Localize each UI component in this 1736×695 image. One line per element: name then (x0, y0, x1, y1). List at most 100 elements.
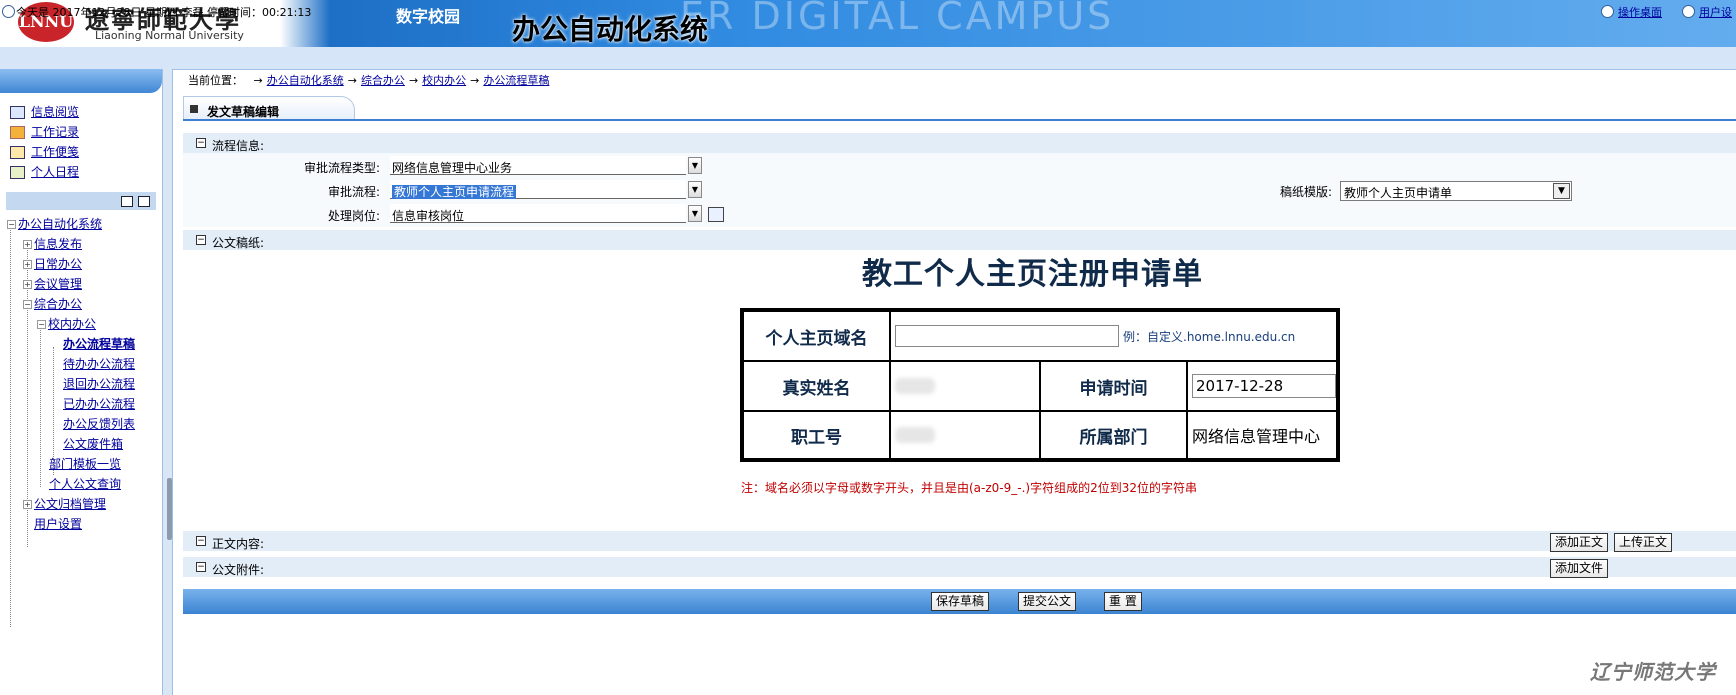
tree-item[interactable]: 部门模板一览 (49, 455, 121, 472)
domain-hint: 例：自定义.home.lnnu.edu.cn (1123, 329, 1296, 344)
user-settings-link[interactable]: 用户设 (1699, 4, 1732, 20)
domain-rule-note: 注：域名必须以字母或数字开头，并且是由(a-z0-9_-.)字符组成的2位到32… (741, 481, 1197, 495)
section-attach-header[interactable]: − 公文附件: (183, 557, 1736, 577)
sidebar-header (0, 69, 162, 93)
section-body-header[interactable]: − 正文内容: (183, 531, 1736, 551)
add-body-button[interactable]: 添加正文 (1550, 533, 1609, 552)
tree-item[interactable]: 已办办公流程 (63, 395, 135, 412)
chevron-down-icon[interactable]: ▼ (1553, 183, 1570, 199)
reset-button[interactable]: 重 置 (1104, 592, 1142, 611)
tree-item[interactable]: 待办办公流程 (63, 355, 135, 372)
domain-label: 个人主页域名 (743, 311, 890, 361)
quick-link-news[interactable]: 信息阅览 (10, 103, 79, 123)
tree-item[interactable]: 退回办公流程 (63, 375, 135, 392)
split-window-icon[interactable] (138, 196, 150, 207)
name-label: 真实姓名 (743, 361, 890, 411)
tree-item[interactable]: + 日常办公 (23, 255, 82, 272)
tree-item-active[interactable]: 办公流程草稿 (63, 335, 135, 352)
template-select[interactable]: 教师个人主页申请单 ▼ (1340, 181, 1572, 201)
breadcrumb-link[interactable]: 办公自动化系统 (267, 74, 344, 87)
expand-icon[interactable]: + (23, 240, 32, 249)
tree-item[interactable]: − 校内办公 (37, 315, 96, 332)
collapse-icon[interactable]: − (196, 235, 206, 245)
tree-item[interactable]: 用户设置 (34, 515, 82, 532)
chevron-down-icon[interactable]: ▼ (688, 205, 702, 222)
restore-window-icon[interactable] (121, 196, 133, 207)
calendar-icon (10, 166, 25, 179)
banner-watermark: ER DIGITAL CAMPUS (680, 0, 1115, 38)
desktop-link[interactable]: 操作桌面 (1618, 4, 1662, 20)
date-label: 申请时间 (1040, 361, 1187, 411)
section-draft-header[interactable]: − 公文稿纸: (183, 230, 1736, 250)
pencil-icon (10, 126, 25, 139)
dept-label: 所属部门 (1040, 411, 1187, 459)
breadcrumb-link[interactable]: 综合办公 (361, 74, 405, 87)
collapse-icon[interactable]: − (196, 562, 206, 572)
collapse-icon[interactable]: − (196, 536, 206, 546)
flow-label: 审批流程: (327, 185, 380, 199)
form-title: 教工个人主页注册申请单 (862, 257, 1203, 292)
domain-input[interactable] (895, 325, 1119, 347)
system-title: 办公自动化系统 (512, 13, 709, 46)
breadcrumb-label: 当前位置： (188, 74, 243, 87)
expand-arrows-icon[interactable] (2, 5, 15, 18)
collapse-icon[interactable]: − (23, 300, 32, 309)
template-label: 稿纸模版: (1279, 185, 1332, 199)
tree-item[interactable]: + 信息发布 (23, 235, 82, 252)
lookup-icon[interactable] (708, 207, 724, 222)
collapse-icon[interactable]: − (37, 320, 46, 329)
application-form-table: 个人主页域名 例：自定义.home.lnnu.edu.cn 真实姓名 申请时间 … (740, 308, 1340, 462)
desktop-icon (1601, 5, 1614, 18)
news-icon (10, 106, 25, 119)
tree-item[interactable]: 公文废件箱 (63, 435, 123, 452)
breadcrumb-link[interactable]: 办公流程草稿 (483, 74, 549, 87)
status-text: 今天是 2017年12月28日 星期四 李磊 停留时间：00:21:13 (16, 6, 312, 19)
expand-icon[interactable]: + (23, 500, 32, 509)
section-label: 流程信息: (212, 139, 265, 153)
flow-select[interactable]: 教师个人主页申请流程 ▼ (390, 180, 702, 199)
redacted-value (895, 378, 935, 394)
grid-icon (190, 105, 198, 113)
tree-item[interactable]: 个人公文查询 (49, 475, 121, 492)
splitter-handle[interactable] (167, 478, 172, 540)
save-draft-button[interactable]: 保存草稿 (931, 592, 990, 611)
quick-link-notes[interactable]: 工作便笺 (10, 143, 79, 163)
collapse-icon[interactable]: − (196, 138, 206, 148)
tree-item[interactable]: + 会议管理 (23, 275, 82, 292)
quick-link-schedule[interactable]: 个人日程 (10, 163, 79, 183)
add-file-button[interactable]: 添加文件 (1550, 559, 1609, 578)
section-flow-header[interactable]: − 流程信息: (183, 133, 1736, 153)
tree-item[interactable]: − 综合办公 (23, 295, 82, 312)
tab-label: 发文草稿编辑 (207, 105, 280, 119)
expand-icon[interactable]: + (23, 280, 32, 289)
upload-body-button[interactable]: 上传正文 (1614, 533, 1673, 552)
user-settings-icon (1682, 5, 1695, 18)
post-label: 处理岗位: (327, 209, 380, 223)
tab-underline (183, 119, 1736, 121)
breadcrumb-link[interactable]: 校内办公 (422, 74, 466, 87)
sidebar: 信息阅览 工作记录 工作便笺 个人日程 − 办公自动化系统 + 信息发布 + 日常办公… (0, 69, 162, 695)
date-input[interactable]: 2017-12-28 (1192, 374, 1336, 398)
footer-watermark: 辽宁师范大学 (1590, 660, 1716, 684)
tree-item[interactable]: 办公反馈列表 (63, 415, 135, 432)
collapse-icon[interactable]: − (7, 220, 16, 229)
submit-button[interactable]: 提交公文 (1018, 592, 1077, 611)
post-select[interactable]: 信息审核岗位 ▼ (390, 204, 702, 223)
expand-icon[interactable]: + (23, 260, 32, 269)
quick-link-work-log[interactable]: 工作记录 (10, 123, 79, 143)
section-label: 公文稿纸: (212, 236, 265, 250)
tree-root[interactable]: − 办公自动化系统 (7, 215, 102, 232)
domain-cell: 例：自定义.home.lnnu.edu.cn (890, 311, 1337, 361)
section-label: 正文内容: (212, 537, 265, 551)
flow-type-select[interactable]: 网络信息管理中心业务 ▼ (390, 156, 702, 175)
university-name-en: Liaoning Normal University (95, 29, 244, 42)
chevron-down-icon[interactable]: ▼ (688, 181, 702, 198)
chevron-down-icon[interactable]: ▼ (688, 157, 702, 174)
sidebar-splitter[interactable] (162, 69, 173, 695)
dept-value: 网络信息管理中心 (1187, 411, 1337, 459)
name-cell[interactable] (890, 361, 1040, 411)
tree-line (40, 327, 41, 487)
redacted-value (895, 427, 935, 443)
staff-id-cell[interactable] (890, 411, 1040, 459)
tree-item[interactable]: + 公文归档管理 (23, 495, 106, 512)
